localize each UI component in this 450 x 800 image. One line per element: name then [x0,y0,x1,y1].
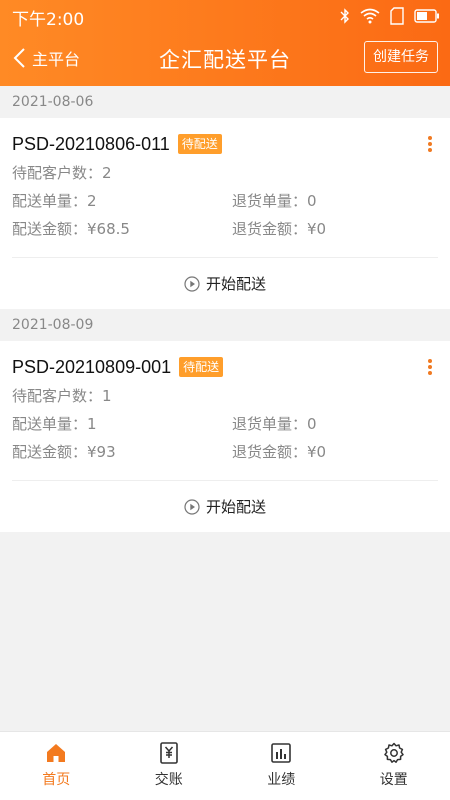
task-card[interactable]: PSD-20210809-001 待配送 待配客户数：1 配送单量：1 退货单量… [0,341,450,532]
delivery-orders: 配送单量：2 [12,190,97,212]
return-orders-label: 退货单量： [232,192,308,210]
return-amount-label: 退货金额： [232,220,308,238]
bluetooth-icon [340,8,349,24]
delivery-amount-value: ¥93 [87,443,116,461]
return-orders-value: 0 [307,192,317,210]
nav-item-home[interactable]: 首页 [0,732,113,800]
date-header: 2021-08-06 [12,94,94,110]
start-delivery-button[interactable]: 开始配送 [0,258,450,309]
nav-label: 设置 [379,772,408,788]
status-icons [340,6,440,26]
return-amount: 退货金额：¥0 [232,218,326,240]
nav-label: 交账 [154,772,183,788]
pending-customers: 待配客户数：1 [12,385,112,407]
delivery-amount-value: ¥68.5 [87,220,130,238]
app-header: 下午2:00 主平台 企汇配送平台 创建任务 [0,0,450,86]
return-orders-label: 退货单量： [232,415,308,433]
task-list: 2021-08-06 PSD-20210806-011 待配送 待配客户数：2 … [0,86,450,532]
delivery-orders-value: 1 [87,415,97,433]
status-bar: 下午2:00 [0,0,450,32]
start-delivery-label: 开始配送 [205,498,266,516]
start-delivery-label: 开始配送 [205,275,266,293]
delivery-orders: 配送单量：1 [12,413,97,435]
delivery-orders-value: 2 [87,192,97,210]
date-header: 2021-08-09 [12,317,94,333]
wifi-icon [360,8,380,24]
return-orders: 退货单量：0 [232,413,317,435]
pending-customers-label: 待配客户数： [12,387,103,405]
return-orders: 退货单量：0 [232,190,317,212]
title-bar: 主平台 企汇配送平台 创建任务 [0,32,450,86]
status-time: 下午2:00 [12,10,85,30]
pending-customers-label: 待配客户数： [12,164,103,182]
nav-item-performance[interactable]: 业绩 [225,732,338,800]
pending-customers: 待配客户数：2 [12,162,112,184]
delivery-amount: 配送金额：¥68.5 [12,218,130,240]
task-card-header: PSD-20210809-001 待配送 [12,355,224,379]
more-options-icon[interactable] [422,134,438,154]
nav-label: 业绩 [267,772,296,788]
task-card[interactable]: PSD-20210806-011 待配送 待配客户数：2 配送单量：2 退货单量… [0,118,450,309]
return-amount: 退货金额：¥0 [232,441,326,463]
delivery-orders-label: 配送单量： [12,192,88,210]
status-badge: 待配送 [179,357,224,377]
battery-icon [414,9,439,23]
delivery-amount-label: 配送金额： [12,443,88,461]
nav-label: 首页 [42,772,71,788]
nav-item-settle[interactable]: 交账 [113,732,226,800]
return-amount-value: ¥0 [307,220,327,238]
start-delivery-button[interactable]: 开始配送 [0,481,450,532]
nav-item-settings[interactable]: 设置 [338,732,450,800]
home-icon [47,744,66,762]
delivery-amount: 配送金额：¥93 [12,441,116,463]
return-amount-label: 退货金额： [232,443,308,461]
create-task-button[interactable]: 创建任务 [364,41,438,73]
bottom-nav: 首页 交账 业绩 设置 [0,731,450,800]
task-id: PSD-20210806-011 [12,133,170,154]
return-orders-value: 0 [307,415,317,433]
return-amount-value: ¥0 [307,443,327,461]
pending-customers-value: 1 [102,387,112,405]
pending-customers-value: 2 [102,164,112,182]
play-circle-icon [184,498,200,515]
yen-receipt-icon [159,742,178,764]
task-id: PSD-20210809-001 [12,356,172,377]
status-badge: 待配送 [177,134,222,154]
gear-icon [384,742,404,763]
play-circle-icon [184,275,200,292]
delivery-orders-label: 配送单量： [12,415,88,433]
bar-chart-icon [271,743,292,763]
task-card-header: PSD-20210806-011 待配送 [12,132,222,156]
more-options-icon[interactable] [422,357,438,377]
delivery-amount-label: 配送金额： [12,220,88,238]
sim-card-icon [390,7,404,25]
